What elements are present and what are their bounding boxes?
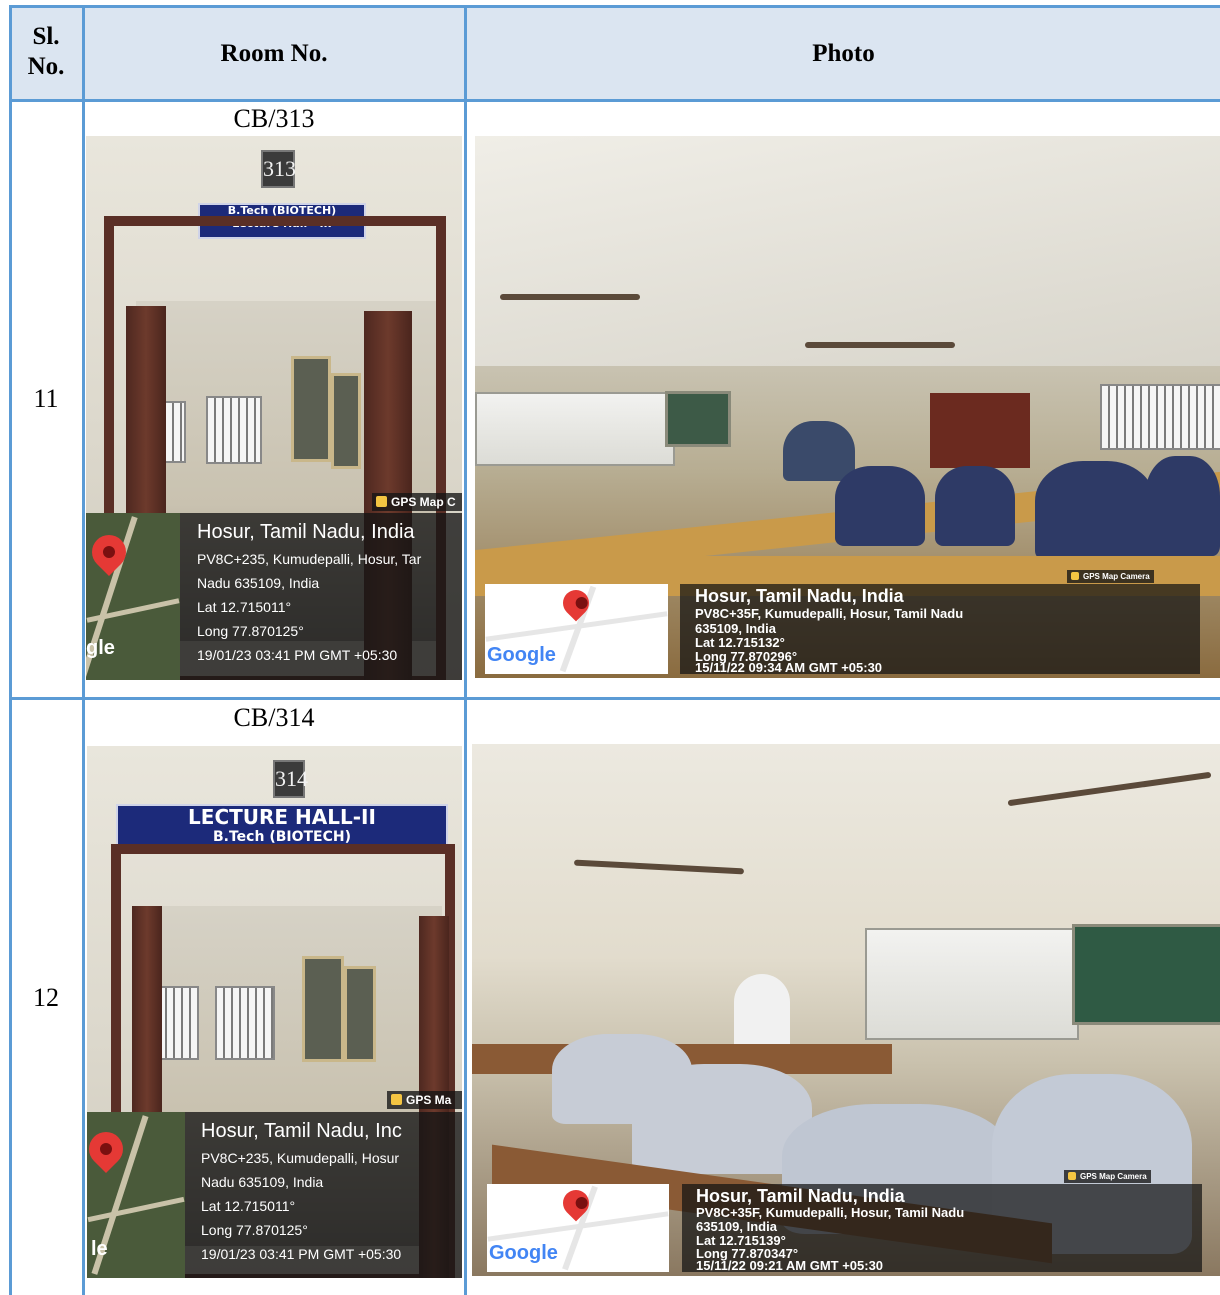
gps-lat: Lat 12.715011°	[197, 599, 292, 615]
table-border-col2	[464, 5, 467, 1295]
row-12-room-no: CB/314	[233, 703, 315, 732]
ceiling-fan-icon	[805, 342, 955, 348]
room-number-plate: 313	[261, 150, 296, 188]
map-pin-icon	[87, 1124, 131, 1174]
room-number-plate: 314	[273, 760, 308, 798]
student	[935, 466, 1015, 546]
gps-info-panel: Hosur, Tamil Nadu, India PV8C+235, Kumud…	[180, 513, 462, 680]
gps-address-1: PV8C+35F, Kumudepalli, Hosur, Tamil Nadu	[695, 606, 964, 621]
header-room-no: Room No.	[220, 40, 328, 67]
signboard-line-2: B.Tech (BIOTECH)	[213, 829, 351, 845]
gps-long: Long 77.870125°	[201, 1222, 308, 1238]
gps-camera-icon	[391, 1094, 402, 1105]
table-border-top	[10, 5, 1220, 8]
gps-address-1: PV8C+235, Kumudepalli, Hosur, Tar	[197, 551, 422, 567]
student	[1145, 456, 1220, 556]
table-border-header-bottom	[10, 99, 1220, 102]
gps-satellite-map: gle	[86, 513, 180, 680]
gps-info-panel: Hosur, Tamil Nadu, India PV8C+35F, Kumud…	[682, 1184, 1202, 1273]
table-border-left	[9, 5, 12, 1295]
interior-blackboard	[302, 956, 344, 1062]
gps-street-map: Google	[487, 1184, 669, 1272]
gps-address-2: 635109, India	[696, 1219, 777, 1234]
google-logo: Google	[487, 644, 556, 666]
header-sl-no: Sl. No.	[27, 23, 65, 80]
gps-address-1: PV8C+35F, Kumudepalli, Hosur, Tamil Nadu	[696, 1205, 965, 1220]
gps-satellite-map: le	[87, 1112, 185, 1278]
row-11-class-photo: GPS Map Camera Google Hosur, Tamil Nadu,…	[475, 136, 1220, 678]
signboard-line-1: LECTURE HALL-II	[188, 805, 376, 829]
header-photo: Photo	[812, 40, 875, 67]
ceiling-fan-icon	[500, 294, 640, 300]
gps-address-1: PV8C+235, Kumudepalli, Hosur	[201, 1150, 400, 1166]
gps-camera-icon	[1068, 1172, 1076, 1180]
ceiling	[475, 136, 1220, 366]
gps-location: Hosur, Tamil Nadu, India	[695, 586, 904, 606]
gps-long: Long 77.870125°	[197, 623, 304, 639]
gps-timestamp: 19/01/23 03:41 PM GMT +05:30	[197, 647, 398, 663]
gps-timestamp: 19/01/23 03:41 PM GMT +05:30	[201, 1246, 402, 1262]
ceiling-fan-icon	[1007, 771, 1212, 807]
gps-app-tag: GPS Map Camera	[1067, 570, 1154, 583]
projector-screen	[865, 928, 1079, 1040]
gps-info-panel: Hosur, Tamil Nadu, India PV8C+35F, Kumud…	[680, 584, 1200, 675]
gps-street-map: Google	[485, 584, 668, 674]
teacher	[734, 974, 790, 1054]
gps-location: Hosur, Tamil Nadu, India	[197, 521, 415, 543]
map-logo: gle	[86, 637, 115, 659]
row-12-sl-no: 12	[33, 983, 59, 1012]
gps-lat: Lat 12.715132°	[695, 635, 785, 650]
interior-window	[215, 986, 275, 1060]
google-logo: Google	[489, 1242, 558, 1264]
table-border-col1	[82, 5, 85, 1295]
ceiling-fan-icon	[573, 859, 745, 875]
interior-window-left	[164, 401, 186, 463]
gps-timestamp: 15/11/22 09:21 AM GMT +05:30	[696, 1258, 884, 1273]
student	[835, 466, 925, 546]
gps-app-tag: GPS Map Camera	[1064, 1170, 1151, 1183]
interior-notice-board	[344, 966, 376, 1062]
gps-camera-icon	[1071, 572, 1079, 580]
map-pin-icon	[557, 1184, 595, 1222]
classroom-window	[1100, 384, 1220, 450]
gps-app-tag: GPS Map C	[372, 493, 462, 511]
classroom-door	[930, 393, 1030, 468]
gps-address-2: Nadu 635109, India	[201, 1174, 324, 1190]
student	[1035, 461, 1155, 561]
gps-address-2: Nadu 635109, India	[197, 575, 320, 591]
gps-camera-icon	[376, 496, 387, 507]
gps-info-panel: Hosur, Tamil Nadu, Inc PV8C+235, Kumudep…	[185, 1112, 462, 1278]
interior-window	[206, 396, 262, 464]
door-signboard: LECTURE HALL-II B.Tech (BIOTECH)	[116, 804, 448, 846]
gps-address-2: 635109, India	[695, 621, 776, 636]
gps-location: Hosur, Tamil Nadu, Inc	[201, 1120, 402, 1142]
table-border-row-divider	[10, 697, 1220, 700]
projector-screen	[475, 392, 675, 466]
gps-timestamp: 15/11/22 09:34 AM GMT +05:30	[695, 660, 883, 675]
classroom-blackboard	[665, 391, 731, 447]
classroom-blackboard	[1072, 924, 1220, 1025]
interior-blackboard	[291, 356, 331, 462]
row-11-door-photo: 313 B.Tech (BIOTECH) Lecture Hall - III …	[86, 136, 462, 680]
row-11-room-no: CB/313	[233, 104, 315, 133]
row-12-door-photo: 314 LECTURE HALL-II B.Tech (BIOTECH) GPS…	[87, 746, 462, 1278]
map-logo: le	[91, 1238, 108, 1260]
interior-notice-board	[331, 373, 361, 469]
row-12-class-photo: GPS Map Camera Google Hosur, Tamil Nadu,…	[472, 744, 1220, 1276]
gps-location: Hosur, Tamil Nadu, India	[696, 1186, 905, 1206]
gps-app-tag: GPS Ma	[387, 1091, 462, 1109]
teacher	[783, 421, 855, 481]
gps-lat: Lat 12.715011°	[201, 1198, 296, 1214]
row-11-sl-no: 11	[33, 384, 59, 413]
